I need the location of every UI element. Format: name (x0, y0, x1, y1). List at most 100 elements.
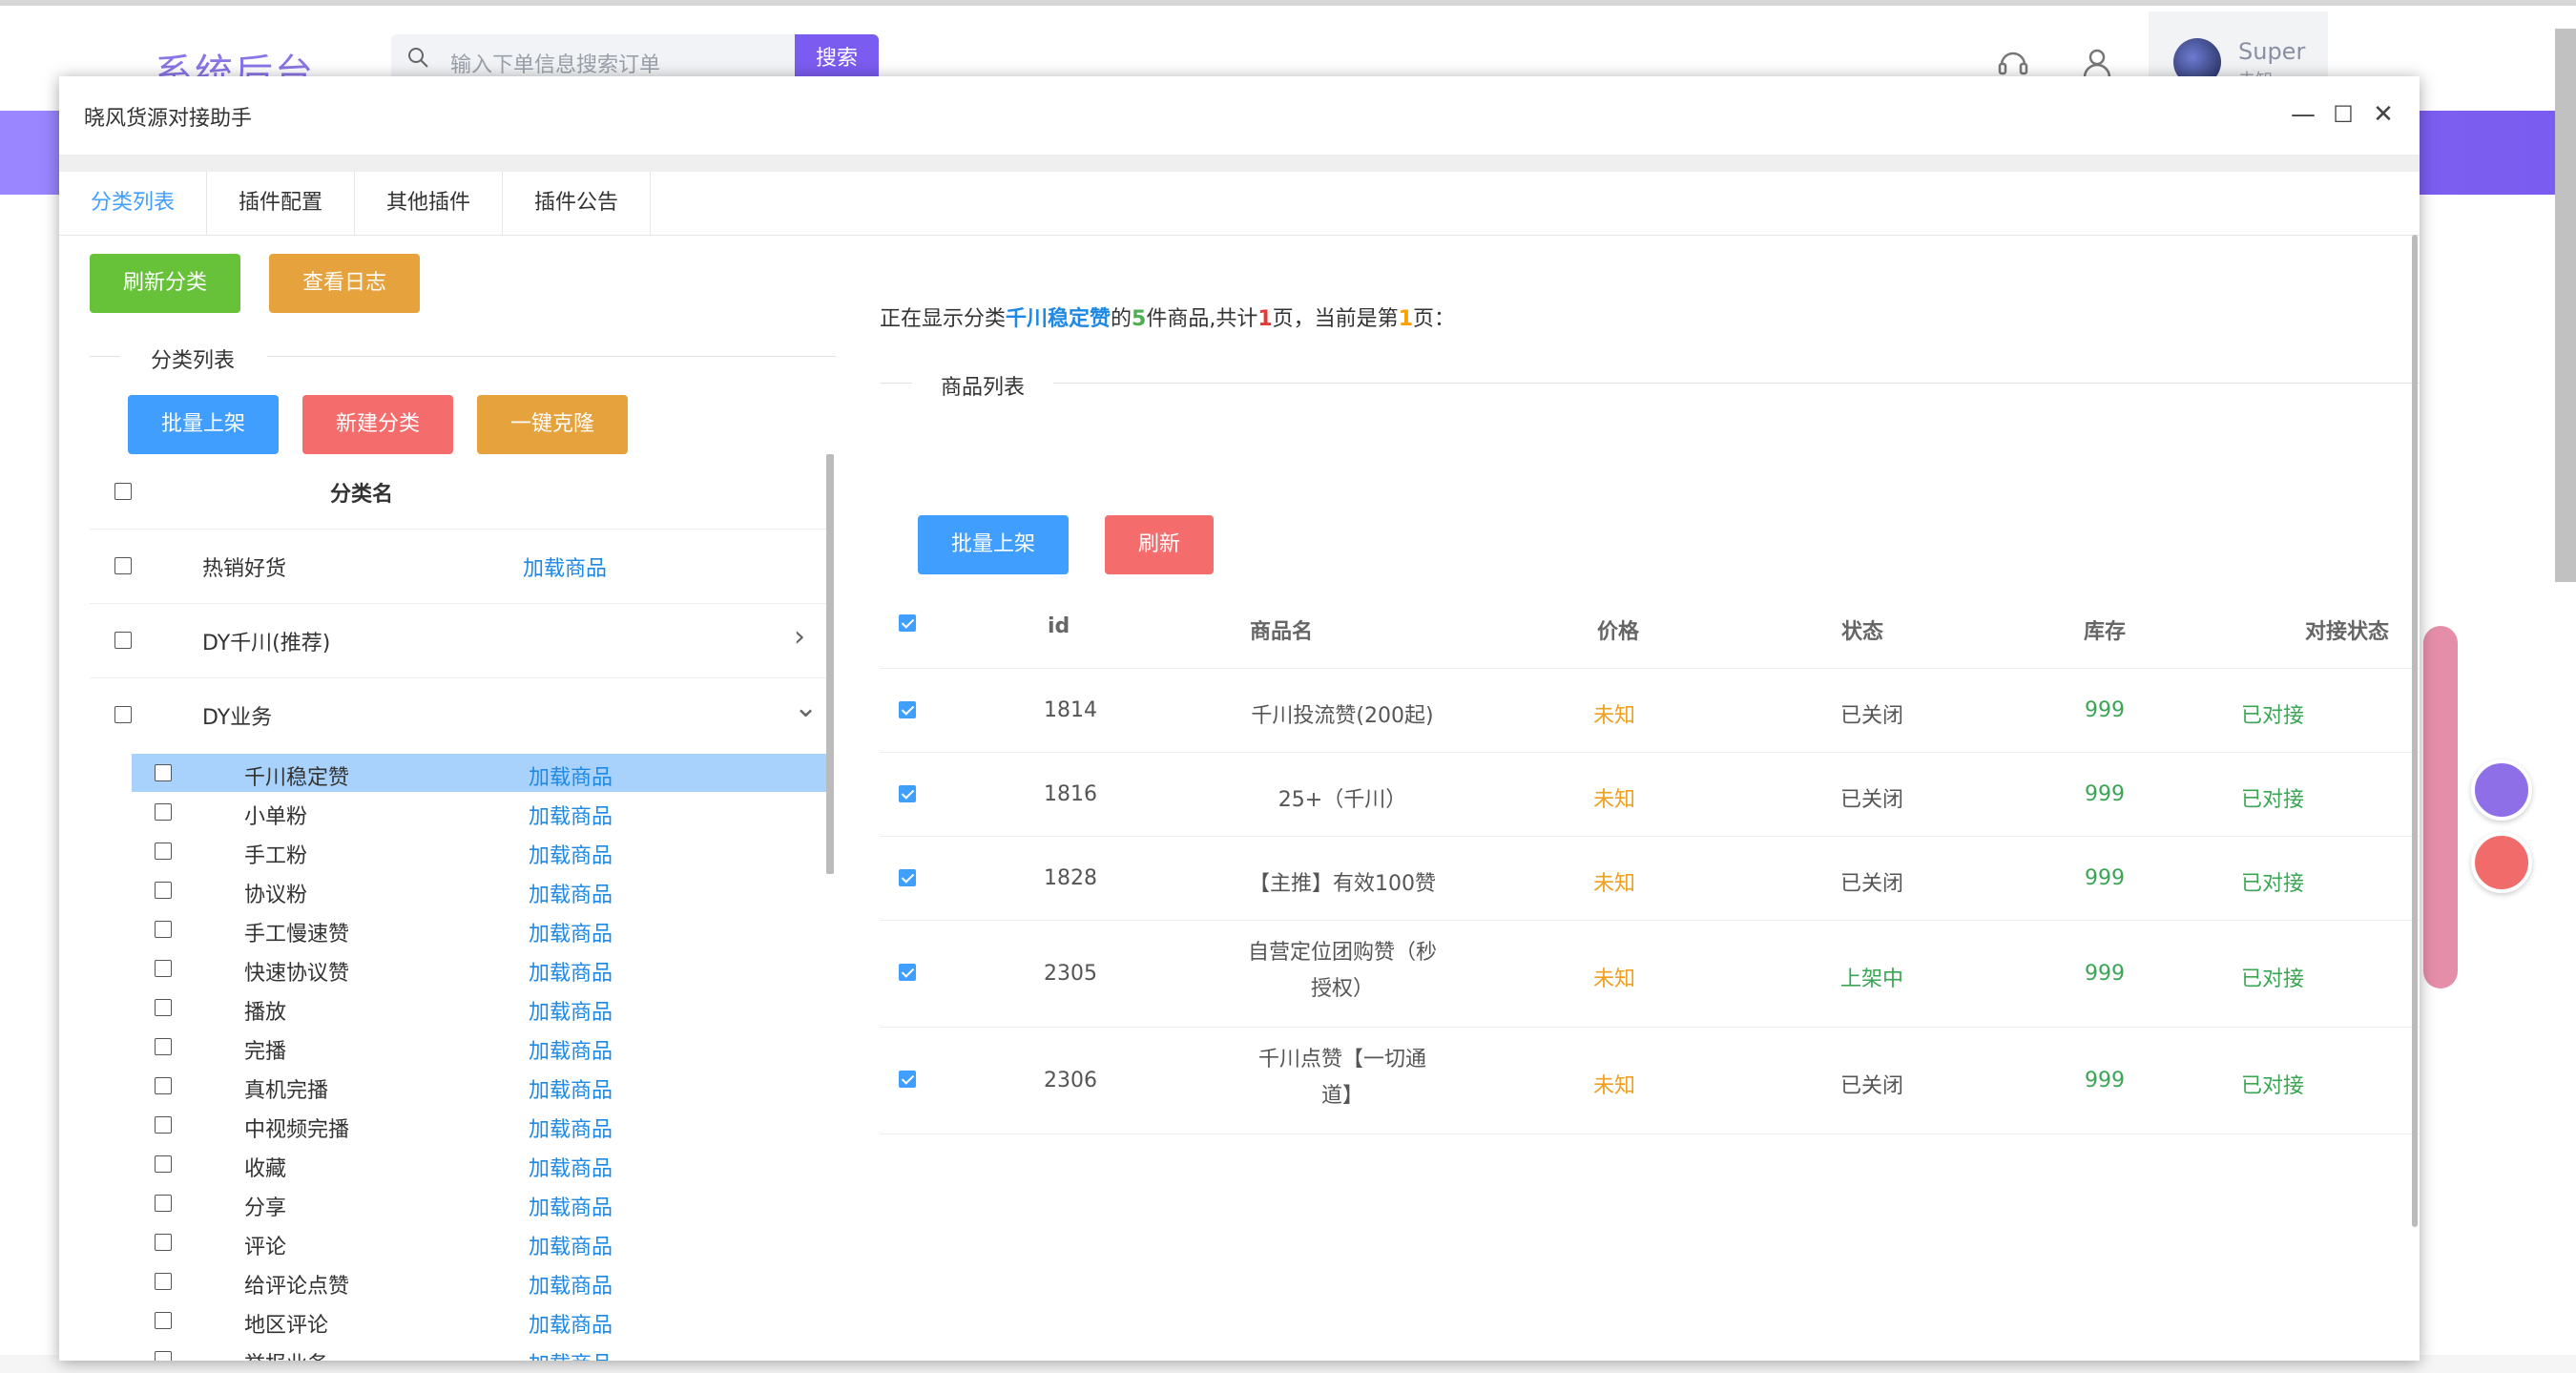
subcategory-row[interactable]: 地区评论 加载商品 (132, 1301, 828, 1340)
goods-row[interactable]: 1828 【主推】有效100赞 未知 已关闭 999 已对接 (880, 836, 2420, 921)
subcategory-row[interactable]: 千川稳定赞 加载商品 (132, 754, 828, 792)
goods-checkbox[interactable] (899, 701, 916, 718)
subcategory-row[interactable]: 中视频完播 加载商品 (132, 1106, 828, 1144)
subcategory-checkbox[interactable] (155, 1038, 172, 1055)
subcategory-row[interactable]: 协议粉 加载商品 (132, 871, 828, 909)
tab-plugin-notice[interactable]: 插件公告 (503, 172, 651, 235)
view-log-button[interactable]: 查看日志 (269, 254, 420, 313)
load-goods-link[interactable]: 加载商品 (529, 800, 613, 830)
subcategory-row[interactable]: 真机完播 加载商品 (132, 1067, 828, 1105)
plugin-dialog: 晓风货源对接助手 — ☐ ✕ 分类列表 插件配置 其他插件 插件公告 刷新分类 … (59, 76, 2420, 1361)
subcategory-row[interactable]: 手工粉 加载商品 (132, 832, 828, 870)
store-float-button[interactable] (2471, 759, 2532, 821)
load-goods-link[interactable]: 加载商品 (529, 839, 613, 869)
one-key-clone-button[interactable]: 一键克隆 (477, 395, 628, 454)
subcategory-checkbox[interactable] (155, 764, 172, 781)
subcategory-checkbox[interactable] (155, 1351, 172, 1361)
refresh-categories-button[interactable]: 刷新分类 (90, 254, 240, 313)
subcategory-checkbox[interactable] (155, 803, 172, 821)
goods-row[interactable]: 1814 千川投流赞(200起) 未知 已关闭 999 已对接 (880, 668, 2420, 753)
subcategory-checkbox[interactable] (155, 960, 172, 977)
goods-row[interactable]: 1816 25+（千川） 未知 已关闭 999 已对接 (880, 752, 2420, 837)
select-all-checkbox[interactable] (114, 483, 132, 500)
load-goods-link[interactable]: 加载商品 (529, 917, 613, 947)
subcategory-checkbox[interactable] (155, 1195, 172, 1212)
subcategory-row[interactable]: 举报业务 加载商品 (132, 1341, 828, 1361)
goods-refresh-button[interactable]: 刷新 (1105, 515, 1214, 574)
category-checkbox[interactable] (114, 557, 132, 574)
subcategory-checkbox[interactable] (155, 1077, 172, 1094)
tab-other-plugins[interactable]: 其他插件 (355, 172, 503, 235)
tab-category-list[interactable]: 分类列表 (59, 172, 207, 235)
subcategory-row[interactable]: 完播 加载商品 (132, 1028, 828, 1066)
floating-sidebar (2423, 626, 2458, 988)
legend-line-right (267, 356, 836, 357)
goods-checkbox[interactable] (899, 785, 916, 802)
subcategory-checkbox[interactable] (155, 1312, 172, 1329)
load-goods-link[interactable]: 加载商品 (529, 1152, 613, 1182)
status-mid3: 页，当前是第 (1272, 307, 1399, 331)
goods-status-line: 正在显示分类千川稳定赞的5件商品,共计1页，当前是第1页： (880, 302, 1455, 332)
subcategory-checkbox[interactable] (155, 1234, 172, 1251)
category-row[interactable]: 热销好货 加载商品 (90, 529, 826, 604)
load-goods-link[interactable]: 加载商品 (529, 1230, 613, 1260)
goods-checkbox[interactable] (899, 869, 916, 886)
load-goods-link[interactable]: 加载商品 (529, 1113, 613, 1143)
category-row[interactable]: DY业务 ⌄ (90, 677, 826, 750)
subcategory-row[interactable]: 播放 加载商品 (132, 988, 828, 1027)
load-goods-link[interactable]: 加载商品 (529, 1269, 613, 1300)
goods-checkbox[interactable] (899, 1071, 916, 1088)
page-scrollbar[interactable] (2555, 29, 2576, 582)
subcategory-row[interactable]: 手工慢速赞 加载商品 (132, 910, 828, 948)
tab-plugin-config[interactable]: 插件配置 (207, 172, 355, 235)
dialog-titlebar[interactable]: 晓风货源对接助手 — ☐ ✕ (59, 76, 2420, 156)
chevron-down-icon[interactable]: ⌄ (794, 691, 818, 724)
goods-batch-list-button[interactable]: 批量上架 (918, 515, 1069, 574)
goods-status: 已关闭 (1839, 1074, 1903, 1098)
load-goods-link[interactable]: 加载商品 (529, 956, 613, 987)
load-goods-link[interactable]: 加载商品 (523, 551, 607, 582)
goods-row[interactable]: 2306 千川点赞【一切通 道】 未知 已关闭 999 已对接 (880, 1027, 2420, 1134)
load-goods-link[interactable]: 加载商品 (529, 1347, 613, 1361)
new-category-button[interactable]: 新建分类 (302, 395, 453, 454)
cube-float-button[interactable] (2471, 832, 2532, 893)
load-goods-link[interactable]: 加载商品 (529, 760, 613, 791)
goods-row[interactable]: 2305 自营定位团购赞（秒 授权） 未知 上架中 999 已对接 (880, 920, 2420, 1028)
subcategory-row[interactable]: 快速协议赞 加载商品 (132, 949, 828, 988)
category-checkbox[interactable] (114, 632, 132, 649)
subcategory-row[interactable]: 评论 加载商品 (132, 1223, 828, 1261)
subcategory-checkbox[interactable] (155, 882, 172, 899)
category-checkbox[interactable] (114, 706, 132, 723)
close-button[interactable]: ✕ (2364, 95, 2402, 134)
subcategory-row[interactable]: 给评论点赞 加载商品 (132, 1262, 828, 1300)
subcategory-checkbox[interactable] (155, 1155, 172, 1173)
subcategory-checkbox[interactable] (155, 843, 172, 860)
subcategory-checkbox[interactable] (155, 921, 172, 938)
headset-icon[interactable] (1996, 46, 2030, 80)
goods-select-all-checkbox[interactable] (899, 614, 916, 632)
subcategory-name: 给评论点赞 (244, 1275, 350, 1299)
user-icon[interactable] (2080, 46, 2114, 80)
subcategory-row[interactable]: 分享 加载商品 (132, 1184, 828, 1222)
load-goods-link[interactable]: 加载商品 (529, 1308, 613, 1339)
maximize-button[interactable]: ☐ (2324, 95, 2362, 134)
load-goods-link[interactable]: 加载商品 (529, 878, 613, 908)
search-input[interactable]: 输入下单信息搜索订单 (450, 48, 660, 78)
goods-stock: 999 (2085, 1069, 2125, 1092)
subcategory-row[interactable]: 小单粉 加载商品 (132, 793, 828, 831)
subcategory-checkbox[interactable] (155, 999, 172, 1016)
minimize-button[interactable]: — (2284, 95, 2322, 134)
dialog-scrollbar[interactable] (2412, 235, 2418, 1227)
subcategory-checkbox[interactable] (155, 1273, 172, 1290)
category-row[interactable]: DY千川(推荐) › (90, 603, 826, 678)
category-batch-list-button[interactable]: 批量上架 (128, 395, 279, 454)
load-goods-link[interactable]: 加载商品 (529, 1073, 613, 1104)
load-goods-link[interactable]: 加载商品 (529, 995, 613, 1026)
chevron-right-icon[interactable]: › (794, 620, 805, 654)
subcategory-row[interactable]: 收藏 加载商品 (132, 1145, 828, 1183)
category-scrollbar[interactable] (826, 454, 834, 874)
load-goods-link[interactable]: 加载商品 (529, 1034, 613, 1065)
goods-checkbox[interactable] (899, 964, 916, 981)
subcategory-checkbox[interactable] (155, 1116, 172, 1134)
load-goods-link[interactable]: 加载商品 (529, 1191, 613, 1221)
